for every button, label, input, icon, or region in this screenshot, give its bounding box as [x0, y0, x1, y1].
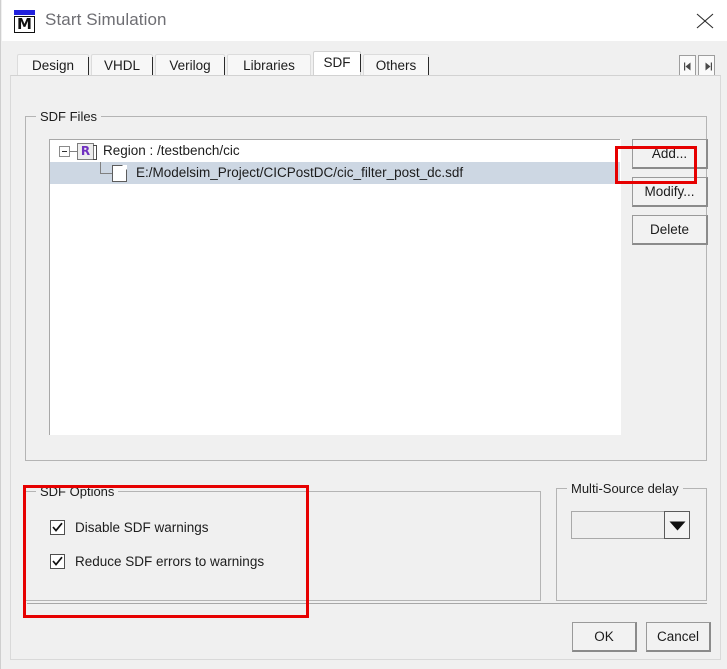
tab-libraries-label: Libraries	[243, 58, 295, 73]
sdf-options-group-title: SDF Options	[36, 484, 119, 499]
multi-source-delay-value[interactable]	[571, 511, 665, 539]
tab-vhdl[interactable]: VHDL	[91, 54, 153, 77]
multi-source-delay-combobox[interactable]	[571, 511, 690, 539]
sdf-files-group-title: SDF Files	[36, 109, 102, 124]
checkbox-disable-sdf-warnings-label: Disable SDF warnings	[75, 520, 209, 535]
tab-others-label: Others	[375, 58, 417, 73]
tab-vhdl-label: VHDL	[103, 58, 140, 73]
tab-separator	[224, 57, 225, 75]
tab-sdf[interactable]: SDF	[313, 51, 361, 77]
sdf-file-path: E:/Modelsim_Project/CICPostDC/cic_filter…	[136, 165, 464, 180]
tab-scroll-controls	[679, 55, 716, 76]
checkbox-checked-icon[interactable]	[50, 554, 65, 569]
collapse-expander-icon[interactable]	[59, 146, 70, 157]
modelsim-m-icon: M	[13, 10, 36, 33]
tab-design[interactable]: Design	[17, 54, 89, 77]
tab-others[interactable]: Others	[363, 54, 429, 77]
chevron-left-icon[interactable]	[679, 55, 696, 76]
tab-separator	[88, 57, 89, 75]
tree-connector-horizontal	[100, 173, 112, 174]
ok-button[interactable]: OK	[572, 622, 637, 652]
chevron-right-glyph	[705, 62, 712, 71]
caret-down-glyph	[669, 521, 686, 531]
tab-verilog-label: Verilog	[169, 58, 211, 73]
sdf-options-group: SDF Options Disable SDF warnings Reduce …	[25, 484, 541, 601]
tab-verilog[interactable]: Verilog	[155, 54, 225, 77]
delete-button[interactable]: Delete	[632, 215, 708, 245]
close-icon[interactable]	[682, 0, 727, 41]
tab-separator	[360, 54, 361, 72]
tab-sdf-label: SDF	[323, 55, 351, 70]
caret-down-icon[interactable]	[664, 511, 690, 539]
multi-source-delay-group-title: Multi-Source delay	[567, 481, 683, 496]
tree-row-file[interactable]: E:/Modelsim_Project/CICPostDC/cic_filter…	[50, 162, 620, 184]
tab-libraries[interactable]: Libraries	[227, 54, 311, 77]
tab-content-sdf: SDF Files R Region : /testbench/cic E:/M…	[10, 75, 721, 660]
sdf-files-list[interactable]: R Region : /testbench/cic E:/Modelsim_Pr…	[49, 139, 620, 435]
footer-separator	[27, 603, 707, 604]
add-button[interactable]: Add...	[632, 139, 708, 169]
region-r-icon: R	[77, 143, 97, 160]
close-glyph	[696, 13, 714, 29]
check-glyph	[52, 556, 63, 566]
cancel-button[interactable]: Cancel	[646, 622, 711, 652]
tree-connector-vertical	[100, 162, 101, 173]
chevron-right-icon[interactable]	[698, 55, 715, 76]
modify-button[interactable]: Modify...	[632, 177, 708, 207]
region-label: Region : /testbench/cic	[103, 143, 240, 158]
chevron-left-glyph	[684, 62, 691, 71]
modelsim-icon-letter: M	[14, 16, 35, 33]
sdf-files-group: SDF Files R Region : /testbench/cic E:/M…	[25, 109, 708, 461]
tab-separator	[152, 57, 153, 75]
tree-elbow	[70, 151, 77, 152]
checkbox-checked-icon[interactable]	[50, 520, 65, 535]
file-icon	[112, 165, 127, 182]
list-right-edge	[620, 139, 621, 435]
tab-separator	[428, 57, 429, 75]
tab-design-label: Design	[31, 58, 75, 73]
tab-bar: Design VHDL Verilog Libraries SDF Others	[2, 41, 727, 77]
checkbox-reduce-sdf-errors-label: Reduce SDF errors to warnings	[75, 554, 265, 569]
check-glyph	[52, 522, 63, 532]
start-simulation-dialog: M Start Simulation Design VHDL Verilog L…	[0, 0, 727, 669]
tree-row-region[interactable]: R Region : /testbench/cic	[50, 140, 620, 162]
title-bar: M Start Simulation	[2, 0, 727, 42]
multi-source-delay-group: Multi-Source delay	[556, 481, 707, 601]
page-title: Start Simulation	[45, 10, 167, 29]
